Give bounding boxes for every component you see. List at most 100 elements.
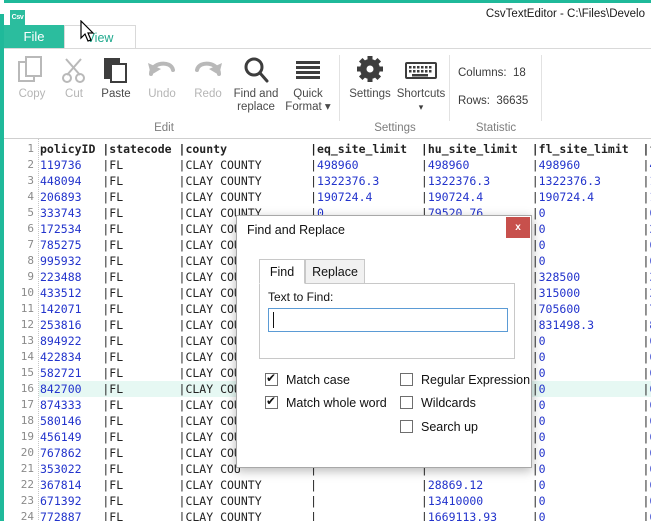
line-number: 2: [27, 158, 34, 171]
line-number: 10: [20, 286, 34, 299]
line-number: 7: [27, 238, 34, 251]
cut-button[interactable]: Cut: [54, 54, 94, 101]
line-number: 21: [20, 462, 34, 475]
checkbox-match-case-label: Match case: [286, 373, 350, 387]
line-number: 17: [20, 398, 34, 411]
table-row[interactable]: 367814 |FL |CLAY COUNTY | |28869.12 |0 |…: [40, 477, 651, 493]
title-bar: Csv CsvTextEditor - C:\Files\Develo: [0, 0, 651, 26]
line-number: 16: [20, 382, 34, 395]
checkbox-match-whole-word-box[interactable]: [265, 393, 278, 409]
checkbox-match-case[interactable]: Match case: [265, 370, 350, 387]
line-number: 11: [20, 302, 34, 315]
checkbox-search-up-box[interactable]: [400, 420, 413, 433]
columns-stat-value: 18: [512, 67, 526, 79]
csv-text-editor-window: Csv CsvTextEditor - C:\Files\Develo File…: [0, 0, 651, 521]
line-number: 1: [27, 142, 34, 155]
copy-button[interactable]: Copy: [8, 54, 56, 101]
table-row[interactable]: 206893 |FL |CLAY COUNTY |190724.4 |19072…: [40, 189, 651, 205]
text-to-find-label: Text to Find:: [268, 290, 334, 304]
chevron-down-icon: ▾: [418, 102, 424, 112]
ribbon: Copy Cut Paste Undo Redo Find and replac…: [4, 48, 651, 138]
line-number: 20: [20, 446, 34, 459]
columns-stat-label: Columns:: [458, 67, 507, 79]
shortcuts-button-label: Shortcuts: [396, 88, 446, 100]
line-number: 5: [27, 206, 34, 219]
scissors-icon: [54, 54, 94, 88]
line-number: 24: [20, 510, 34, 521]
ribbon-group-settings: Settings Shortcuts ▾ Settings: [340, 49, 450, 139]
columns-stat: Columns: 18: [458, 67, 526, 79]
paste-button[interactable]: Paste: [92, 54, 140, 101]
dialog-title: Find and Replace: [247, 223, 345, 237]
ribbon-group-statistic-label: Statistic: [475, 122, 517, 134]
line-number: 19: [20, 430, 34, 443]
checkbox-match-case-box[interactable]: [265, 370, 278, 386]
redo-button[interactable]: Redo: [184, 54, 232, 101]
undo-button[interactable]: Undo: [138, 54, 186, 101]
keyboard-icon: [394, 54, 448, 88]
table-row[interactable]: 448094 |FL |CLAY COUNTY |1322376.3 |1322…: [40, 173, 651, 189]
dialog-tabhost: Text to Find: Find Replace: [259, 259, 515, 359]
line-number: 9: [27, 270, 34, 283]
find-and-replace-button[interactable]: Find and replace: [228, 54, 284, 114]
tab-view[interactable]: View: [64, 25, 136, 50]
copy-button-label: Copy: [18, 88, 46, 100]
cut-button-label: Cut: [65, 88, 83, 100]
quick-format-button[interactable]: Quick Format ▾: [282, 54, 334, 114]
gear-icon: [344, 54, 396, 88]
shortcuts-button[interactable]: Shortcuts ▾: [394, 54, 448, 114]
line-number: 22: [20, 478, 34, 491]
checkbox-search-up[interactable]: Search up: [400, 420, 478, 434]
tab-file[interactable]: File: [4, 25, 64, 49]
paste-icon: [92, 54, 140, 88]
left-accent-strip: [0, 0, 4, 521]
table-row[interactable]: policyID |statecode |county |eq_site_lim…: [40, 141, 651, 157]
text-caret: [273, 312, 274, 328]
close-icon[interactable]: x: [506, 217, 530, 238]
settings-button[interactable]: Settings: [344, 54, 396, 101]
chevron-down-icon: ▾: [324, 101, 331, 113]
lines-icon: [282, 54, 334, 88]
checkbox-match-whole-word[interactable]: Match whole word: [265, 393, 387, 410]
checkbox-search-up-label: Search up: [421, 420, 478, 434]
table-row[interactable]: 671392 |FL |CLAY COUNTY | |13410000 |0 |…: [40, 493, 651, 509]
line-number: 14: [20, 350, 34, 363]
redo-arrow-icon: [184, 54, 232, 88]
magnifier-icon: [228, 54, 284, 88]
ribbon-group-edit-label: Edit: [154, 122, 174, 134]
settings-button-label: Settings: [349, 88, 391, 100]
copy-icon: [8, 54, 56, 88]
line-number: 15: [20, 366, 34, 379]
text-to-find-input[interactable]: [268, 308, 508, 332]
checkbox-regular-expression[interactable]: Regular Expression: [400, 373, 530, 387]
window-title: CsvTextEditor - C:\Files\Develo: [485, 8, 645, 20]
line-number: 4: [27, 190, 34, 203]
checkbox-regular-expression-label: Regular Expression: [421, 373, 531, 387]
undo-arrow-icon: [138, 54, 186, 88]
table-row[interactable]: 119736 |FL |CLAY COUNTY |498960 |498960 …: [40, 157, 651, 173]
redo-button-label: Redo: [194, 88, 222, 100]
checkbox-match-whole-word-label: Match whole word: [286, 396, 387, 410]
line-number-gutter: 1 2 3 4 5 6 7 8 9 10 11 12 13 14 15 16 17 18 19 20 21 22 23 24: [4, 139, 39, 521]
line-number: 3: [27, 174, 34, 187]
checkbox-wildcards-label: Wildcards: [421, 396, 476, 410]
rows-stat-value: 36635: [496, 95, 529, 107]
checkbox-wildcards[interactable]: Wildcards: [400, 396, 476, 410]
undo-button-label: Undo: [148, 88, 176, 100]
ribbon-group-settings-label: Settings: [374, 122, 416, 134]
rows-stat-label: Rows:: [458, 95, 490, 107]
rows-stat: Rows: 36635: [458, 95, 528, 107]
dialog-tab-find[interactable]: Find: [259, 259, 305, 284]
find-and-replace-dialog: Find and Replace x Text to Find: Find Re…: [236, 215, 532, 468]
quick-format-button-label: Quick Format ▾: [285, 88, 331, 113]
find-and-replace-button-label: Find and replace: [233, 88, 279, 113]
line-number: 6: [27, 222, 34, 235]
table-row[interactable]: 772887 |FL |CLAY COUNTY | |1669113.93 |0…: [40, 509, 651, 521]
checkbox-regular-expression-box[interactable]: [400, 373, 413, 386]
checkbox-wildcards-box[interactable]: [400, 396, 413, 409]
app-icon: Csv: [9, 9, 26, 26]
line-number: 13: [20, 334, 34, 347]
dialog-tab-replace[interactable]: Replace: [305, 259, 365, 284]
line-number: 18: [20, 414, 34, 427]
line-number: 12: [20, 318, 34, 331]
